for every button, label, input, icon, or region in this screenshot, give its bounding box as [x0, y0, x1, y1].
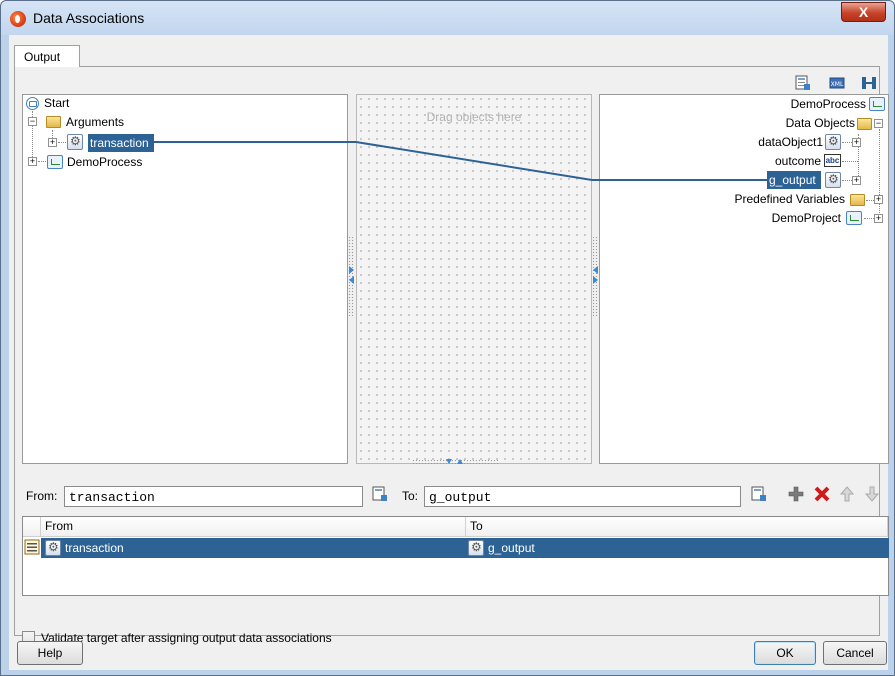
delete-icon[interactable] [813, 485, 831, 503]
tree-connector [58, 142, 66, 143]
tree-item-demoprocess-target[interactable]: DemoProcess [791, 96, 866, 112]
move-down-icon[interactable] [865, 485, 879, 503]
process-icon [869, 97, 885, 111]
drag-drop-area[interactable] [356, 94, 592, 464]
column-header-from[interactable]: From [41, 517, 466, 537]
tree-item-demoproject[interactable]: DemoProject [772, 210, 841, 226]
expand-toggle-transaction[interactable]: + [48, 138, 57, 147]
tree-item-data-objects[interactable]: Data Objects [786, 115, 855, 131]
expand-toggle-predefined-variables[interactable]: + [874, 195, 883, 204]
validate-label: Validate target after assigning output d… [41, 631, 332, 645]
table-row[interactable] [41, 538, 889, 558]
auto-map-icon[interactable] [861, 75, 877, 91]
tree-item-dataobject1[interactable]: dataObject1 [758, 134, 823, 150]
close-button[interactable]: X [841, 2, 886, 22]
collapse-toggle-data-objects[interactable]: − [874, 119, 883, 128]
tree-item-g-output[interactable]: g_output [767, 171, 821, 189]
tab-output[interactable]: Output [14, 45, 80, 67]
to-label: To: [402, 489, 419, 503]
collapse-right-arrow-icon[interactable] [593, 266, 598, 274]
move-up-icon[interactable] [840, 485, 854, 503]
to-field[interactable]: g_output [424, 486, 741, 507]
gear-icon [67, 134, 83, 150]
tree-connector [866, 200, 874, 201]
table-cell-from: transaction [65, 541, 124, 555]
cancel-button[interactable]: Cancel [823, 641, 887, 665]
start-icon [26, 97, 39, 110]
tree-connector [842, 180, 852, 181]
tree-item-outcome[interactable]: outcome [775, 153, 821, 169]
tree-connector [842, 142, 852, 143]
column-header-to[interactable]: To [466, 517, 888, 537]
collapse-left-arrow-icon[interactable] [349, 266, 354, 274]
table-cell-to: g_output [488, 541, 535, 555]
expand-toggle-demoproject[interactable]: + [874, 214, 883, 223]
associations-table[interactable]: From To transaction g_output [22, 516, 889, 596]
from-field[interactable]: transaction [64, 486, 363, 507]
abc-icon: abc [824, 154, 841, 167]
tree-item-transaction[interactable]: transaction [88, 134, 154, 152]
to-expression-builder-icon[interactable] [751, 486, 767, 502]
expand-toggle-demoprocess[interactable]: + [28, 157, 37, 166]
collapse-right-arrow-icon[interactable] [593, 276, 598, 284]
ok-button[interactable]: OK [754, 641, 816, 665]
process-icon [846, 211, 862, 225]
folder-icon [857, 118, 872, 130]
tree-item-arguments[interactable]: Arguments [66, 114, 124, 130]
gear-icon [45, 540, 61, 556]
from-expression-builder-icon[interactable] [372, 486, 388, 502]
tree-item-predefined-variables[interactable]: Predefined Variables [734, 191, 845, 207]
app-logo-icon [10, 11, 26, 27]
title-bar: Data Associations X [1, 1, 894, 35]
tree-item-start[interactable]: Start [44, 95, 69, 111]
folder-icon [850, 194, 865, 206]
row-selector-icon[interactable] [24, 539, 40, 555]
expand-toggle-g-output[interactable]: + [852, 176, 861, 185]
collapse-left-arrow-icon[interactable] [349, 276, 354, 284]
expand-toggle-dataobject1[interactable]: + [852, 138, 861, 147]
window-title: Data Associations [33, 10, 145, 26]
collapse-bottom-arrows-icon[interactable] [444, 458, 466, 466]
gear-icon [468, 540, 484, 556]
tree-item-demoprocess[interactable]: DemoProcess [67, 154, 142, 170]
add-icon[interactable] [787, 485, 805, 503]
tree-connector [38, 161, 46, 162]
from-label: From: [26, 489, 58, 503]
tree-connector [842, 161, 858, 162]
xml-icon[interactable]: XML [829, 75, 845, 91]
drag-placeholder-text: Drag objects here [426, 110, 522, 124]
tree-connector [879, 129, 880, 221]
svg-text:XML: XML [831, 81, 844, 88]
help-button[interactable]: Help [17, 641, 83, 665]
table-header-spacer [23, 517, 41, 537]
gear-icon [825, 134, 841, 150]
folder-icon [46, 116, 61, 128]
expression-builder-icon[interactable] [795, 75, 811, 91]
process-icon [47, 155, 63, 169]
tree-connector [864, 218, 874, 219]
gear-icon [825, 172, 841, 188]
collapse-toggle-arguments[interactable]: − [28, 117, 37, 126]
target-tree-pane[interactable] [599, 94, 889, 464]
